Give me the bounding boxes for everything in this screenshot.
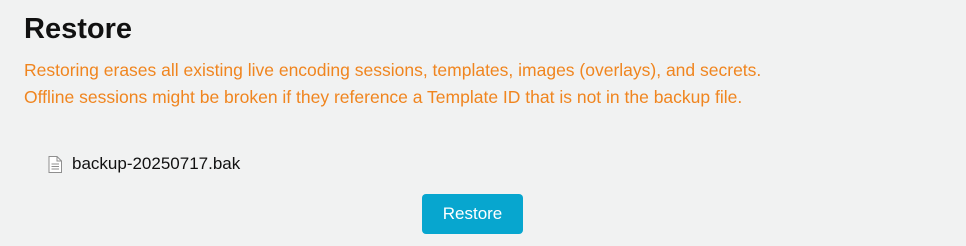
restore-panel: Restore Restoring erases all existing li… <box>0 0 966 246</box>
file-icon <box>48 155 62 173</box>
warning-line-2: Offline sessions might be broken if they… <box>24 87 743 107</box>
page-title: Restore <box>24 13 132 45</box>
restore-button[interactable]: Restore <box>422 194 523 234</box>
file-name: backup-20250717.bak <box>72 154 241 173</box>
warning-message: Restoring erases all existing live encod… <box>24 57 761 111</box>
warning-line-1: Restoring erases all existing live encod… <box>24 60 762 80</box>
selected-file: backup-20250717.bak <box>48 153 240 175</box>
